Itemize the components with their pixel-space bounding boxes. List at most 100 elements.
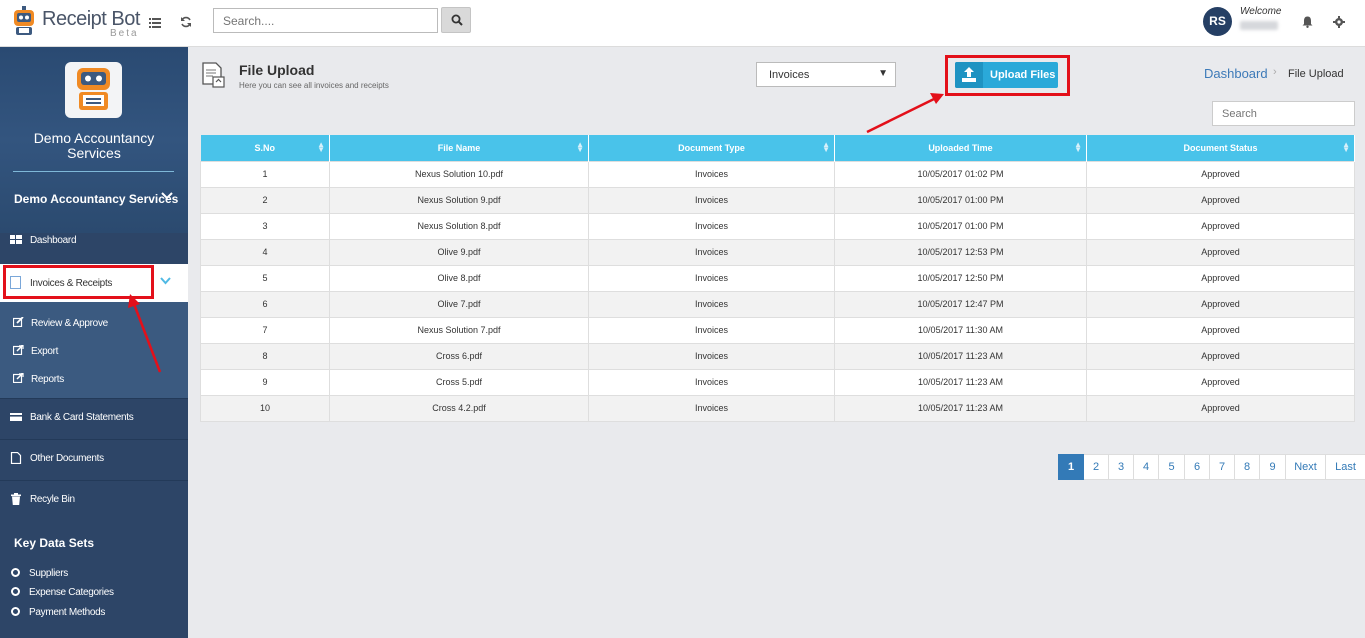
sidebar-item-other-documents[interactable]: Other Documents xyxy=(0,439,188,479)
search-icon xyxy=(451,14,463,26)
beta-label: Beta xyxy=(110,28,139,39)
last-page-button[interactable]: Last xyxy=(1326,454,1365,480)
cell-document-type: Invoices xyxy=(588,238,835,266)
cell-status: Approved xyxy=(1086,186,1355,214)
cell-file-name: Olive 9.pdf xyxy=(329,238,589,266)
table-row[interactable]: 1 Nexus Solution 10.pdf Invoices 10/05/2017… xyxy=(200,160,1355,188)
column-header-file-name[interactable]: File Name ▲ ▼ xyxy=(329,135,589,161)
breadcrumb-current: File Upload xyxy=(1288,68,1344,80)
cell-document-type: Invoices xyxy=(588,290,835,318)
page-button-6[interactable]: 6 xyxy=(1185,454,1210,480)
cell-sno: 5 xyxy=(200,264,330,292)
global-search-input[interactable] xyxy=(213,8,438,33)
key-data-label: Suppliers xyxy=(29,568,68,579)
app-logo[interactable]: Receipt Bot Beta xyxy=(10,6,140,40)
table-row[interactable]: 3 Nexus Solution 8.pdf Invoices 10/05/2017 … xyxy=(200,212,1355,240)
cell-file-name: Olive 8.pdf xyxy=(329,264,589,292)
sidebar-item-dashboard[interactable]: Dashboard xyxy=(0,221,188,261)
sidebar-item-reports[interactable]: Reports xyxy=(13,373,64,385)
key-data-item-payment-methods[interactable]: Payment Methods xyxy=(11,607,105,618)
page-button-7[interactable]: 7 xyxy=(1210,454,1235,480)
company-selector[interactable]: Demo Accountancy Services xyxy=(14,192,178,206)
document-type-select[interactable]: Invoices ▼ xyxy=(756,62,896,87)
cell-uploaded-time: 10/05/2017 11:23 AM xyxy=(834,394,1087,422)
sidebar-item-label: Reports xyxy=(31,374,64,385)
page-button-9[interactable]: 9 xyxy=(1260,454,1286,480)
user-avatar[interactable]: RS xyxy=(1203,7,1232,36)
bell-icon[interactable] xyxy=(1298,14,1316,32)
table-header-row: S.No ▲ ▼ File Name ▲ ▼ Document Type ▲ ▼ Uploa… xyxy=(200,135,1355,161)
column-header-document-status[interactable]: Document Status ▲ ▼ xyxy=(1086,135,1355,161)
radio-icon xyxy=(11,568,20,577)
key-data-label: Payment Methods xyxy=(29,607,106,618)
sidebar-header: Demo Accountancy Services Demo Accountan… xyxy=(0,47,188,233)
cell-status: Approved xyxy=(1086,342,1355,370)
table-row[interactable]: 2 Nexus Solution 9.pdf Invoices 10/05/2017 … xyxy=(200,186,1355,214)
page-button-8[interactable]: 8 xyxy=(1235,454,1260,480)
invoices-submenu: Review & Approve Export Reports xyxy=(0,302,188,398)
cell-file-name: Nexus Solution 9.pdf xyxy=(329,186,589,214)
cell-document-type: Invoices xyxy=(588,186,835,214)
radio-icon xyxy=(11,587,20,596)
page-subtitle: Here you can see all invoices and receip… xyxy=(239,81,389,90)
sidebar-item-label: Export xyxy=(31,346,59,357)
cell-sno: 4 xyxy=(200,238,330,266)
page-button-2[interactable]: 2 xyxy=(1084,454,1109,480)
sidebar-item-review-approve[interactable]: Review & Approve xyxy=(13,317,108,329)
page-button-5[interactable]: 5 xyxy=(1159,454,1185,480)
key-data-heading: Key Data Sets xyxy=(14,536,95,550)
company-logo xyxy=(65,62,122,118)
cell-status: Approved xyxy=(1086,394,1355,422)
breadcrumb-dashboard-link[interactable]: Dashboard xyxy=(1204,66,1268,81)
cell-file-name: Olive 7.pdf xyxy=(329,290,589,318)
sidebar-item-bank-card-statements[interactable]: Bank & Card Statements xyxy=(0,398,188,438)
table-row[interactable]: 5 Olive 8.pdf Invoices 10/05/2017 12:50 PM A… xyxy=(200,264,1355,292)
key-data-item-suppliers[interactable]: Suppliers xyxy=(11,568,68,579)
table-row[interactable]: 10 Cross 4.2.pdf Invoices 10/05/2017 11:23 … xyxy=(200,394,1355,422)
chevron-down-icon[interactable] xyxy=(160,272,171,288)
list-view-icon[interactable] xyxy=(146,14,164,32)
cell-status: Approved xyxy=(1086,316,1355,344)
uploads-table: S.No ▲ ▼ File Name ▲ ▼ Document Type ▲ ▼ Uploa… xyxy=(200,135,1355,422)
key-data-item-expense-categories[interactable]: Expense Categories xyxy=(11,587,114,598)
sort-icon: ▲ ▼ xyxy=(1342,140,1350,154)
page-button-3[interactable]: 3 xyxy=(1109,454,1134,480)
welcome-label: Welcome xyxy=(1240,6,1282,17)
page-title: File Upload xyxy=(239,62,315,78)
radio-icon xyxy=(11,607,20,616)
sidebar-item-recycle-bin[interactable]: Recyle Bin xyxy=(0,480,188,520)
cell-uploaded-time: 10/05/2017 12:47 PM xyxy=(834,290,1087,318)
column-header-label: File Name xyxy=(437,142,481,153)
next-page-button[interactable]: Next xyxy=(1286,454,1326,480)
cell-document-type: Invoices xyxy=(588,342,835,370)
table-row[interactable]: 7 Nexus Solution 7.pdf Invoices 10/05/2017 … xyxy=(200,316,1355,344)
page-button-4[interactable]: 4 xyxy=(1134,454,1159,480)
cell-sno: 7 xyxy=(200,316,330,344)
column-header-sno[interactable]: S.No ▲ ▼ xyxy=(200,135,330,161)
table-row[interactable]: 4 Olive 9.pdf Invoices 10/05/2017 12:53 PM A… xyxy=(200,238,1355,266)
page-button-1[interactable]: 1 xyxy=(1058,454,1084,480)
table-row[interactable]: 9 Cross 5.pdf Invoices 10/05/2017 11:23 AM A… xyxy=(200,368,1355,396)
file-upload-icon xyxy=(202,62,225,88)
edit-icon xyxy=(13,317,24,327)
sidebar-item-export[interactable]: Export xyxy=(13,345,58,357)
column-header-document-type[interactable]: Document Type ▲ ▼ xyxy=(588,135,835,161)
table-row[interactable]: 6 Olive 7.pdf Invoices 10/05/2017 12:47 PM A… xyxy=(200,290,1355,318)
column-header-uploaded-time[interactable]: Uploaded Time ▲ ▼ xyxy=(834,135,1087,161)
chevron-down-icon[interactable] xyxy=(161,187,173,203)
sidebar-item-label: Other Documents xyxy=(30,453,104,464)
table-search-input[interactable] xyxy=(1212,101,1355,126)
cell-uploaded-time: 10/05/2017 11:23 AM xyxy=(834,342,1087,370)
cell-file-name: Cross 6.pdf xyxy=(329,342,589,370)
global-search-button[interactable] xyxy=(441,7,471,33)
sort-icon: ▲ ▼ xyxy=(317,140,325,154)
table-row[interactable]: 8 Cross 6.pdf Invoices 10/05/2017 11:23 AM A… xyxy=(200,342,1355,370)
sidebar-item-label: Dashboard xyxy=(30,235,77,246)
refresh-icon[interactable] xyxy=(177,14,195,32)
annotation-highlight xyxy=(945,55,1070,96)
external-link-icon xyxy=(13,373,24,383)
sidebar: Demo Accountancy Services Demo Accountan… xyxy=(0,47,188,638)
dashboard-icon xyxy=(10,235,22,244)
gear-icon[interactable] xyxy=(1330,14,1348,32)
cell-uploaded-time: 10/05/2017 01:00 PM xyxy=(834,212,1087,240)
